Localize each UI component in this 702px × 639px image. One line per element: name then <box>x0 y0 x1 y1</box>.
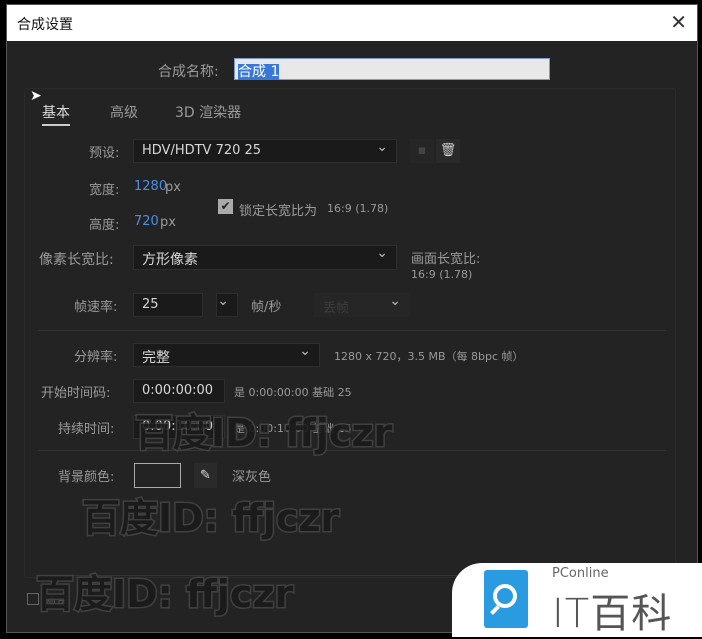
pconline-logo: PConline IT百科 <box>452 563 702 637</box>
resolution-label: 分辨率: <box>74 350 118 365</box>
pixel-aspect-label: 像素长宽比: <box>39 252 114 268</box>
width-value[interactable]: 1280 <box>134 179 167 194</box>
pixel-aspect-value: 方形像素 <box>142 252 198 268</box>
comp-name-input[interactable]: 合成 1 <box>234 58 550 80</box>
preview-checkbox[interactable] <box>27 593 39 605</box>
lock-aspect-ratio: 16:9 (1.78) <box>327 202 389 215</box>
resolution-info: 1280 x 720，3.5 MB（每 8bpc 帧） <box>334 350 524 363</box>
eyedropper-icon[interactable]: ✎ <box>194 463 217 488</box>
logo-big-text: IT百科 <box>552 591 673 637</box>
delete-preset-icon[interactable]: 🗑 <box>436 139 460 163</box>
bg-color-swatch[interactable] <box>134 463 181 488</box>
tab-advanced[interactable]: 高级 <box>110 102 138 122</box>
duration-input[interactable]: 0:00:10:00 <box>133 415 225 439</box>
resolution-value: 完整 <box>142 350 170 366</box>
tab-basic[interactable]: 基本 <box>42 102 70 126</box>
preset-label: 预设: <box>89 146 120 161</box>
preset-dropdown[interactable]: HDV/HDTV 720 25 <box>133 139 397 163</box>
divider <box>38 450 666 451</box>
start-timecode-value: 0:00:00:00 <box>142 383 214 398</box>
comp-name-value: 合成 1 <box>238 64 280 80</box>
pixel-aspect-dropdown[interactable]: 方形像素 <box>133 245 397 270</box>
mouse-cursor-icon: ➤ <box>30 88 42 104</box>
divider <box>38 330 666 331</box>
preset-value: HDV/HDTV 720 25 <box>142 143 262 158</box>
frame-aspect-label: 画面长宽比: <box>411 252 481 267</box>
height-unit: px <box>160 215 176 230</box>
frame-rate-dropdown[interactable] <box>216 293 238 317</box>
comp-name-label: 合成名称: <box>158 64 219 80</box>
title-bar: 合成设置 ✕ <box>7 5 697 41</box>
lock-aspect-label: 锁定长宽比为 <box>239 204 318 219</box>
bg-color-name: 深灰色 <box>232 470 272 485</box>
preview-label: 预览 <box>43 595 70 610</box>
dialog-title: 合成设置 <box>17 17 73 33</box>
frame-rate-value: 25 <box>142 297 159 312</box>
logo-small-text: PConline <box>552 566 609 581</box>
resolution-dropdown[interactable]: 完整 <box>133 343 320 367</box>
frame-rate-label: 帧速率: <box>74 300 118 315</box>
bg-color-label: 背景颜色: <box>58 470 115 485</box>
height-value[interactable]: 720 <box>134 214 159 229</box>
frame-aspect-value: 16:9 (1.78) <box>411 268 473 281</box>
width-label: 宽度: <box>89 183 120 198</box>
duration-value: 0:00:10:00 <box>142 419 214 434</box>
drop-frame-value: 丢帧 <box>323 301 350 316</box>
frame-rate-unit: 帧/秒 <box>251 300 282 315</box>
height-label: 高度: <box>89 218 120 233</box>
close-icon[interactable]: ✕ <box>670 10 687 34</box>
drop-frame-dropdown: 丢帧 <box>314 293 410 317</box>
tab-3d-renderer[interactable]: 3D 渲染器 <box>175 102 241 122</box>
start-timecode-label: 开始时间码: <box>41 386 111 401</box>
width-unit: px <box>165 180 181 195</box>
lock-aspect-checkbox[interactable]: ✔ <box>218 199 233 214</box>
duration-label: 持续时间: <box>58 422 115 437</box>
start-timecode-info: 是 0:00:00:00 基础 25 <box>234 386 352 399</box>
duration-info: 是 0:00:10:00 基础 25 <box>234 422 352 435</box>
start-timecode-input[interactable]: 0:00:00:00 <box>133 379 225 403</box>
frame-rate-input[interactable]: 25 <box>133 293 203 317</box>
logo-search-icon <box>484 570 528 628</box>
save-preset-icon[interactable]: ▪ <box>410 139 434 163</box>
